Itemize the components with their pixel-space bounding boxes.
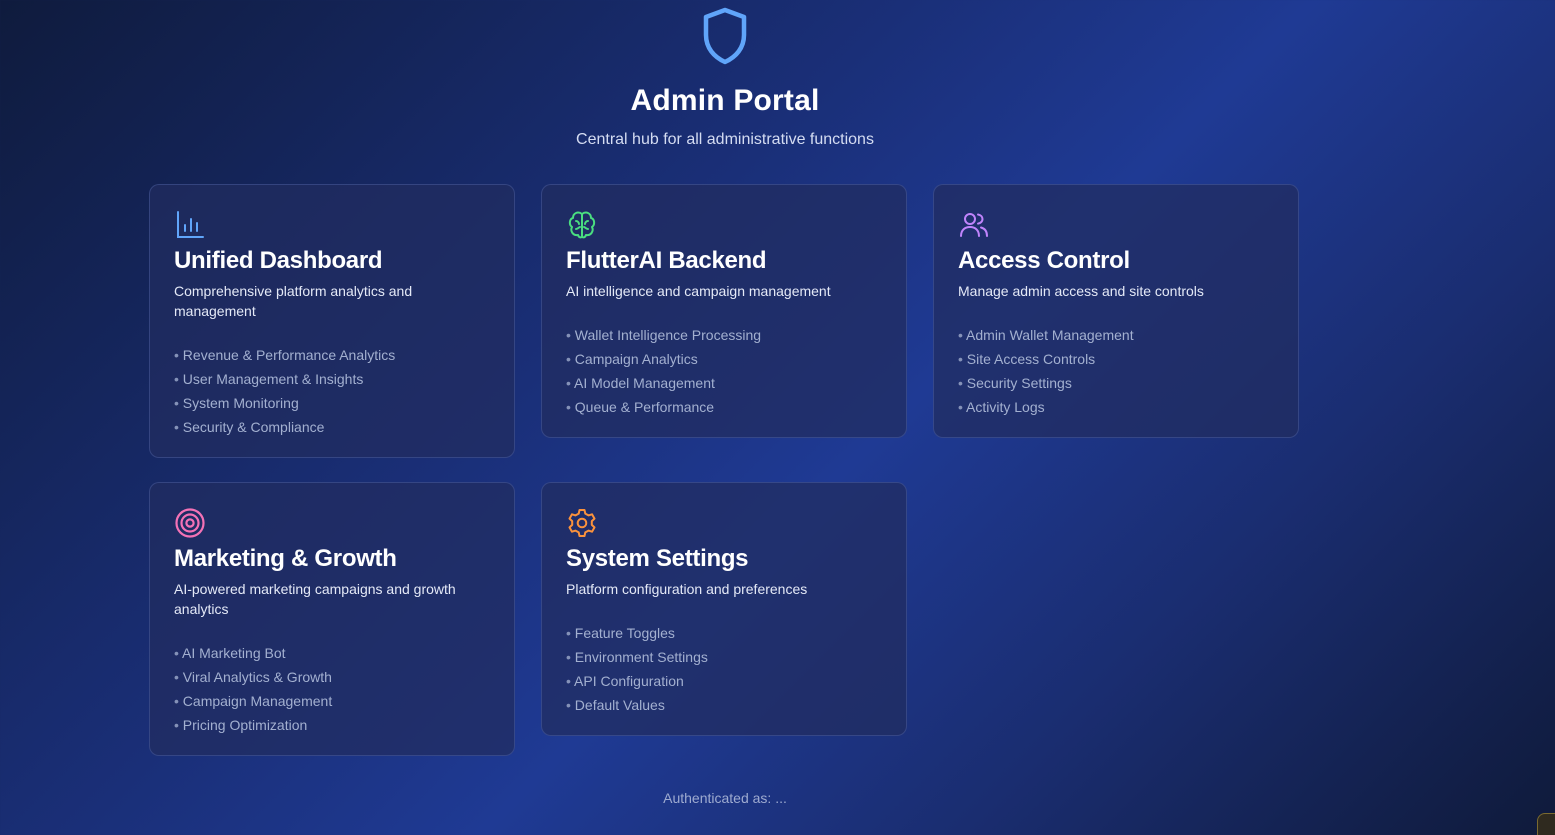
card-title: Unified Dashboard <box>174 247 383 274</box>
card-description: AI-powered marketing campaigns and growt… <box>174 581 456 617</box>
feature-list: Admin Wallet Management Site Access Cont… <box>958 323 1274 419</box>
target-icon <box>175 508 205 538</box>
brain-icon <box>568 211 596 239</box>
floating-action-button[interactable] <box>1537 813 1555 835</box>
feature-list: Feature Toggles Environment Settings API… <box>566 621 882 717</box>
card-marketing-growth[interactable]: Marketing & Growth AI-powered marketing … <box>149 482 515 756</box>
feature-list: Wallet Intelligence Processing Campaign … <box>566 323 882 419</box>
feature-item: Pricing Optimization <box>174 713 490 737</box>
feature-item: AI Marketing Bot <box>174 641 490 665</box>
card-title: Marketing & Growth <box>174 545 397 572</box>
page-title: Admin Portal <box>630 84 820 117</box>
card-title: System Settings <box>566 545 749 572</box>
feature-item: Site Access Controls <box>958 347 1274 371</box>
feature-item: Environment Settings <box>566 645 882 669</box>
feature-item: AI Model Management <box>566 371 882 395</box>
card-title: Access Control <box>958 247 1130 274</box>
card-description: Comprehensive platform analytics and man… <box>174 283 413 319</box>
feature-item: Campaign Analytics <box>566 347 882 371</box>
feature-item: Admin Wallet Management <box>958 323 1274 347</box>
feature-list: AI Marketing Bot Viral Analytics & Growt… <box>174 641 490 737</box>
page-subtitle: Central hub for all administrative funct… <box>576 131 874 148</box>
shield-icon <box>703 7 747 65</box>
card-system-settings[interactable]: System Settings Platform configuration a… <box>541 482 907 736</box>
feature-item: Wallet Intelligence Processing <box>566 323 882 347</box>
feature-item: Security & Compliance <box>174 415 490 439</box>
feature-item: Security Settings <box>958 371 1274 395</box>
feature-item: Campaign Management <box>174 689 490 713</box>
card-description: Platform configuration and preferences <box>566 581 808 597</box>
card-title: FlutterAI Backend <box>566 247 767 274</box>
card-unified-dashboard[interactable]: Unified Dashboard Comprehensive platform… <box>149 184 515 458</box>
users-icon <box>960 213 988 237</box>
auth-status: Authenticated as: ... <box>663 790 787 806</box>
feature-item: User Management & Insights <box>174 367 490 391</box>
feature-item: System Monitoring <box>174 391 490 415</box>
feature-item: Default Values <box>566 693 882 717</box>
feature-item: Viral Analytics & Growth <box>174 665 490 689</box>
feature-list: Revenue & Performance Analytics User Man… <box>174 343 490 439</box>
card-description: AI intelligence and campaign management <box>566 283 831 299</box>
feature-item: Revenue & Performance Analytics <box>174 343 490 367</box>
feature-item: Queue & Performance <box>566 395 882 419</box>
card-access-control[interactable]: Access Control Manage admin access and s… <box>933 184 1299 438</box>
feature-item: API Configuration <box>566 669 882 693</box>
gear-icon <box>568 509 596 537</box>
feature-item: Activity Logs <box>958 395 1274 419</box>
bar-chart-icon <box>177 211 204 238</box>
card-description: Manage admin access and site controls <box>958 283 1204 299</box>
feature-item: Feature Toggles <box>566 621 882 645</box>
card-flutterai-backend[interactable]: FlutterAI Backend AI intelligence and ca… <box>541 184 907 438</box>
